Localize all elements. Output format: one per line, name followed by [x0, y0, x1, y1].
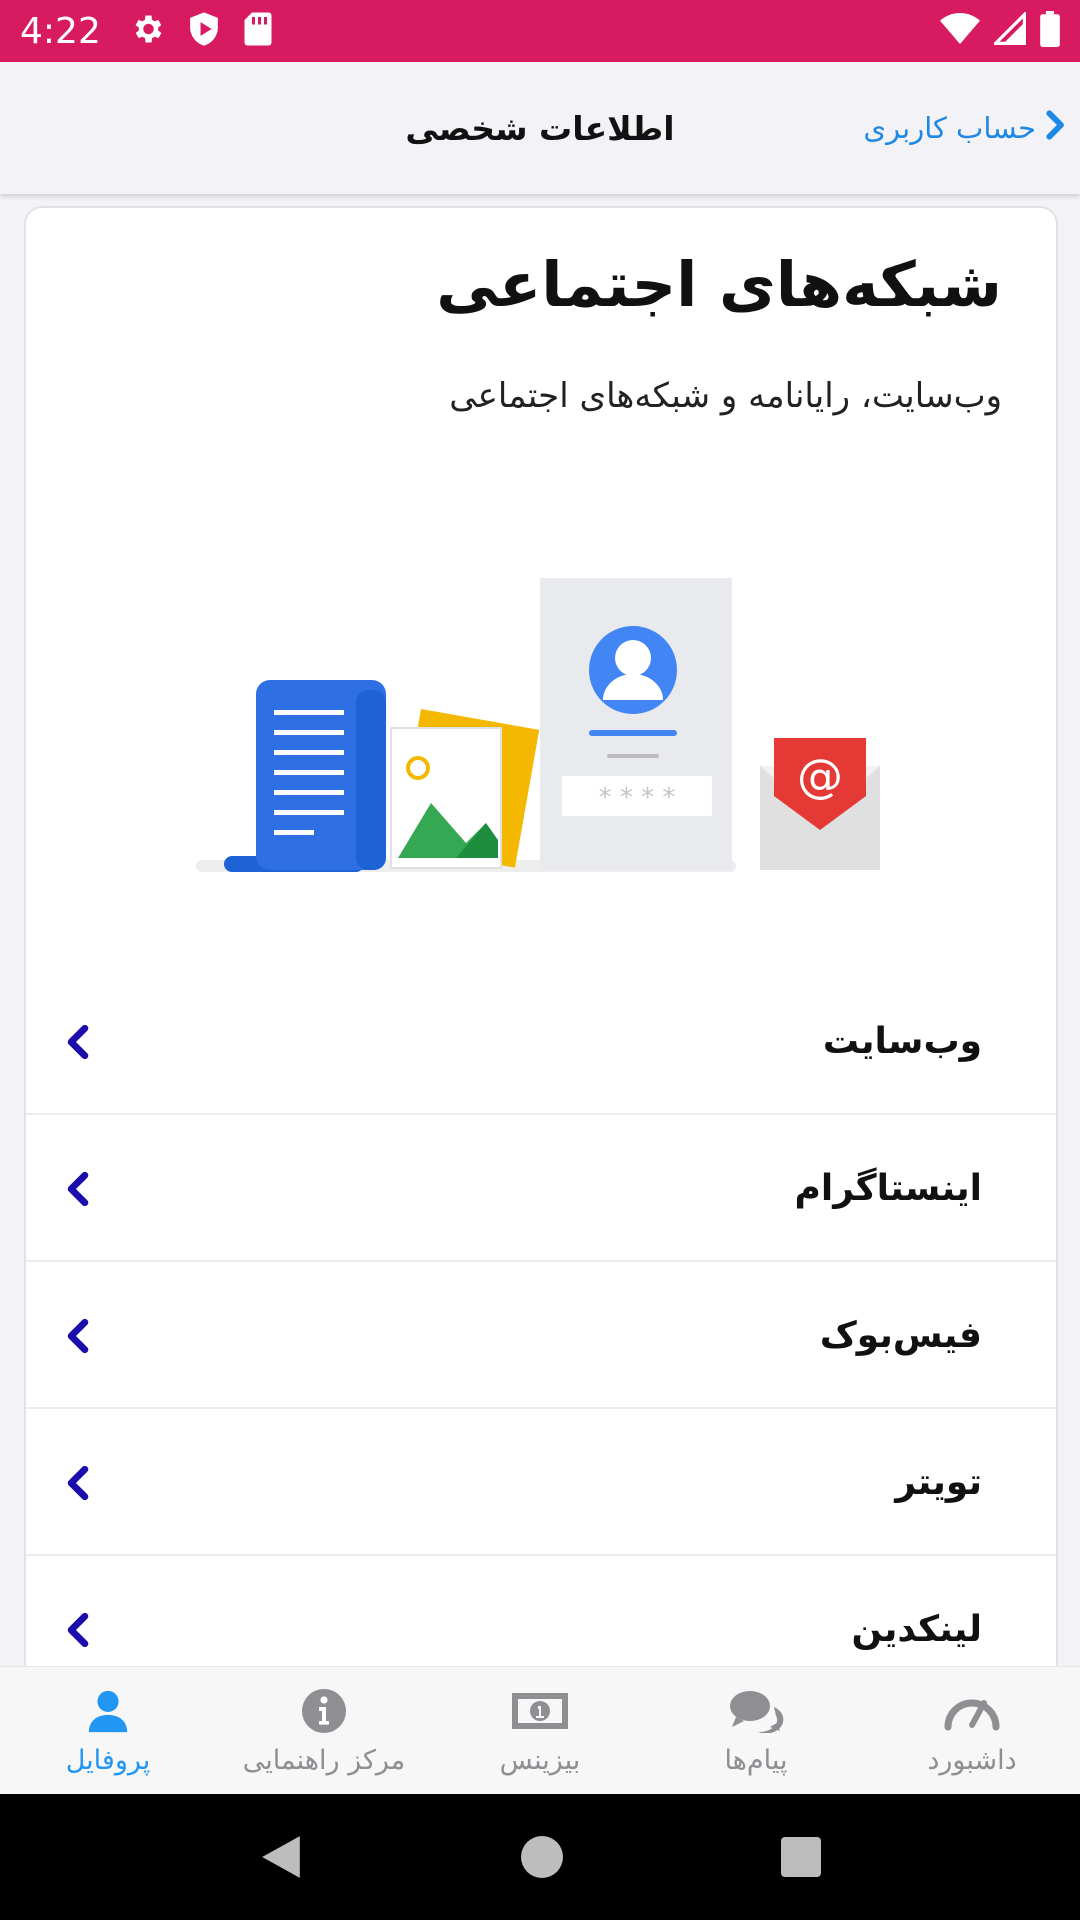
back-label: حساب کاربری	[863, 111, 1036, 145]
tab-label: بیزینس	[499, 1745, 581, 1776]
tab-messages[interactable]: پیام‌ها	[648, 1667, 864, 1794]
user-icon	[85, 1685, 131, 1737]
chevron-left-icon	[66, 1115, 90, 1262]
bottom-tab-bar: پروفایل مرکز راهنمایی بیزینس پیام‌ها داش…	[0, 1666, 1080, 1794]
list-item-label: فیس‌بوک	[819, 1315, 982, 1356]
tab-business[interactable]: بیزینس	[432, 1667, 648, 1794]
chevron-left-icon	[66, 968, 90, 1115]
chevron-left-icon	[66, 1556, 90, 1666]
list-item-linkedin[interactable]: لینکدین	[26, 1556, 1056, 1666]
settings-icon	[129, 11, 165, 51]
chevron-left-icon	[66, 1409, 90, 1556]
list-item-twitter[interactable]: تویتر	[26, 1409, 1056, 1556]
list-item-label: لینکدین	[851, 1609, 982, 1650]
tab-profile[interactable]: پروفایل	[0, 1667, 216, 1794]
tab-label: پروفایل	[65, 1745, 151, 1776]
chat-bubbles-icon	[728, 1685, 784, 1737]
tab-label: مرکز راهنمایی	[242, 1745, 406, 1776]
system-nav-bar	[0, 1794, 1080, 1920]
tab-dashboard[interactable]: داشبورد	[864, 1667, 1080, 1794]
tab-label: پیام‌ها	[724, 1745, 788, 1776]
sd-card-icon	[243, 11, 273, 51]
card-title: شبکه‌های اجتماعی	[436, 248, 1002, 321]
list-item-label: وب‌سایت	[822, 1021, 982, 1062]
recents-square-icon[interactable]	[781, 1837, 821, 1877]
list-item-label: اینستاگرام	[794, 1168, 982, 1209]
speedometer-icon	[944, 1685, 1000, 1737]
info-icon	[300, 1685, 348, 1737]
tab-label: داشبورد	[927, 1745, 1017, 1776]
chevron-right-icon	[1046, 109, 1066, 147]
shield-play-icon	[187, 11, 221, 51]
list-item-label: تویتر	[895, 1462, 982, 1503]
card-subtitle: وب‌سایت، رایانامه و شبکه‌های اجتماعی	[449, 376, 1002, 416]
back-button[interactable]: حساب کاربری	[863, 62, 1066, 194]
battery-icon	[1040, 11, 1060, 51]
status-time: 4:22	[20, 10, 101, 52]
cell-signal-icon	[991, 10, 1026, 50]
list-item-facebook[interactable]: فیس‌بوک	[26, 1262, 1056, 1409]
social-links-list: وب‌سایت اینستاگرام فیس‌بوک تویتر لینکدین	[26, 968, 1056, 1666]
chevron-left-icon	[66, 1262, 90, 1409]
list-item-instagram[interactable]: اینستاگرام	[26, 1115, 1056, 1262]
wifi-icon	[940, 12, 980, 50]
home-circle-icon[interactable]	[521, 1836, 563, 1878]
social-networks-card: شبکه‌های اجتماعی وب‌سایت، رایانامه و شبک…	[24, 206, 1058, 1666]
password-mask: * * * *	[599, 783, 676, 813]
status-bar: 4:22	[0, 0, 1080, 62]
list-item-website[interactable]: وب‌سایت	[26, 968, 1056, 1115]
email-at-symbol: @	[797, 749, 843, 803]
header: اطلاعات شخصی حساب کاربری	[0, 62, 1080, 194]
back-triangle-icon[interactable]	[259, 1834, 303, 1880]
tab-help-center[interactable]: مرکز راهنمایی	[216, 1667, 432, 1794]
money-bill-icon	[510, 1685, 570, 1737]
contact-illustration: * * * * @	[186, 578, 886, 878]
